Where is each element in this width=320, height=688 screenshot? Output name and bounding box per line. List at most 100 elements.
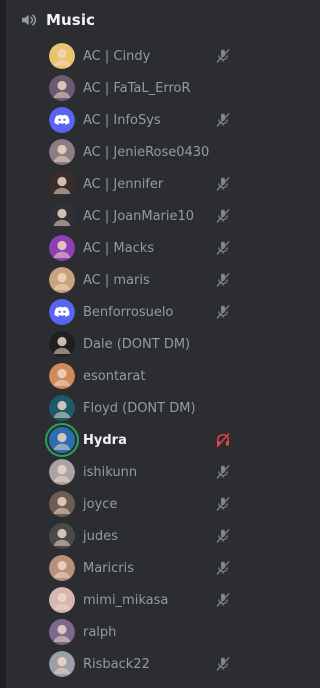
mic-muted-icon bbox=[214, 559, 232, 577]
mic-muted-icon bbox=[216, 241, 230, 255]
mic-muted-icon bbox=[216, 209, 230, 223]
member-name: Benforrosuelo bbox=[83, 304, 174, 320]
voice-member[interactable]: Dale (DONT DM) bbox=[0, 328, 249, 360]
mic-muted-icon bbox=[214, 655, 232, 673]
mic-muted-icon bbox=[214, 111, 232, 129]
avatar bbox=[49, 619, 75, 645]
voice-member[interactable]: AC | FaTaL_ErroR bbox=[0, 72, 249, 104]
speaker-icon bbox=[18, 10, 38, 30]
mic-muted-icon bbox=[214, 303, 232, 321]
voice-member[interactable]: AC | maris bbox=[0, 264, 249, 296]
user-photo-icon bbox=[49, 267, 75, 293]
avatar bbox=[49, 43, 75, 69]
member-name: Maricris bbox=[83, 560, 135, 576]
deafened-icon bbox=[216, 433, 230, 447]
mic-muted-icon bbox=[214, 271, 232, 289]
user-photo-icon bbox=[49, 491, 75, 517]
mic-muted-icon bbox=[216, 49, 230, 63]
mic-muted-icon bbox=[216, 593, 230, 607]
avatar bbox=[49, 459, 75, 485]
voice-member[interactable]: judes bbox=[0, 520, 249, 552]
voice-member[interactable]: AC | Cindy bbox=[0, 40, 249, 72]
member-name: ralph bbox=[83, 624, 117, 640]
user-photo-icon bbox=[49, 459, 75, 485]
user-photo-icon bbox=[49, 619, 75, 645]
voice-member[interactable]: Maricris bbox=[0, 552, 249, 584]
mic-muted-icon bbox=[214, 527, 232, 545]
voice-member[interactable]: Hydra bbox=[0, 424, 249, 456]
discord-logo-icon bbox=[49, 107, 75, 133]
avatar bbox=[49, 171, 75, 197]
mic-muted-icon bbox=[214, 591, 232, 609]
member-name: Risback22 bbox=[83, 656, 150, 672]
member-name: esontarat bbox=[83, 368, 146, 384]
user-photo-icon bbox=[49, 75, 75, 101]
avatar bbox=[49, 299, 75, 325]
voice-member[interactable]: AC | Macks bbox=[0, 232, 249, 264]
user-photo-icon bbox=[49, 523, 75, 549]
voice-member[interactable]: AC | JenieRose0430 bbox=[0, 136, 249, 168]
voice-channel-header[interactable]: Music bbox=[18, 8, 95, 32]
mic-muted-icon bbox=[214, 175, 232, 193]
user-photo-icon bbox=[49, 171, 75, 197]
voice-member[interactable]: AC | InfoSys bbox=[0, 104, 249, 136]
mic-muted-icon bbox=[216, 561, 230, 575]
mic-muted-icon bbox=[216, 113, 230, 127]
member-name: Hydra bbox=[83, 432, 127, 448]
member-name: AC | Macks bbox=[83, 240, 155, 256]
member-name: mimi_mikasa bbox=[83, 592, 169, 608]
mic-muted-icon bbox=[214, 47, 232, 65]
user-photo-icon bbox=[49, 363, 75, 389]
voice-member[interactable]: ralph bbox=[0, 616, 249, 648]
member-name: Floyd (DONT DM) bbox=[83, 400, 196, 416]
member-name: AC | maris bbox=[83, 272, 150, 288]
user-photo-icon bbox=[49, 139, 75, 165]
avatar bbox=[49, 395, 75, 421]
user-photo-icon bbox=[49, 43, 75, 69]
member-name: AC | Jennifer bbox=[83, 176, 164, 192]
avatar bbox=[49, 427, 75, 453]
avatar bbox=[49, 491, 75, 517]
mic-muted-icon bbox=[216, 497, 230, 511]
user-photo-icon bbox=[49, 203, 75, 229]
mic-muted-icon bbox=[216, 465, 230, 479]
user-photo-icon bbox=[49, 427, 75, 453]
mic-muted-icon bbox=[214, 463, 232, 481]
member-name: Dale (DONT DM) bbox=[83, 336, 191, 352]
user-photo-icon bbox=[49, 587, 75, 613]
mic-muted-icon bbox=[216, 273, 230, 287]
voice-member[interactable]: AC | JoanMarie10 bbox=[0, 200, 249, 232]
channel-name: Music bbox=[46, 11, 96, 29]
avatar bbox=[49, 267, 75, 293]
member-name: AC | InfoSys bbox=[83, 112, 161, 128]
voice-member[interactable]: Risback22 bbox=[0, 648, 249, 680]
voice-member[interactable]: mimi_mikasa bbox=[0, 584, 249, 616]
avatar bbox=[49, 203, 75, 229]
member-name: AC | JoanMarie10 bbox=[83, 208, 195, 224]
deafened-icon bbox=[214, 431, 232, 449]
mic-muted-icon bbox=[216, 657, 230, 671]
mic-muted-icon bbox=[214, 207, 232, 225]
user-photo-icon bbox=[49, 651, 75, 677]
member-name: joyce bbox=[83, 496, 118, 512]
avatar bbox=[49, 651, 75, 677]
voice-member[interactable]: joyce bbox=[0, 488, 249, 520]
avatar bbox=[49, 587, 75, 613]
voice-member-list: AC | Cindy AC | FaTaL_ErroR AC | InfoSys… bbox=[0, 40, 249, 680]
avatar bbox=[49, 363, 75, 389]
voice-member[interactable]: esontarat bbox=[0, 360, 249, 392]
voice-member[interactable]: Benforrosuelo bbox=[0, 296, 249, 328]
mic-muted-icon bbox=[216, 305, 230, 319]
avatar bbox=[49, 555, 75, 581]
voice-member[interactable]: ishikunn bbox=[0, 456, 249, 488]
member-name: AC | JenieRose0430 bbox=[83, 144, 210, 160]
avatar bbox=[49, 331, 75, 357]
voice-member[interactable]: AC | Jennifer bbox=[0, 168, 249, 200]
avatar bbox=[49, 75, 75, 101]
member-name: AC | Cindy bbox=[83, 48, 151, 64]
voice-member[interactable]: Floyd (DONT DM) bbox=[0, 392, 249, 424]
member-name: AC | FaTaL_ErroR bbox=[83, 80, 191, 96]
mic-muted-icon bbox=[214, 239, 232, 257]
avatar bbox=[49, 107, 75, 133]
user-photo-icon bbox=[49, 395, 75, 421]
